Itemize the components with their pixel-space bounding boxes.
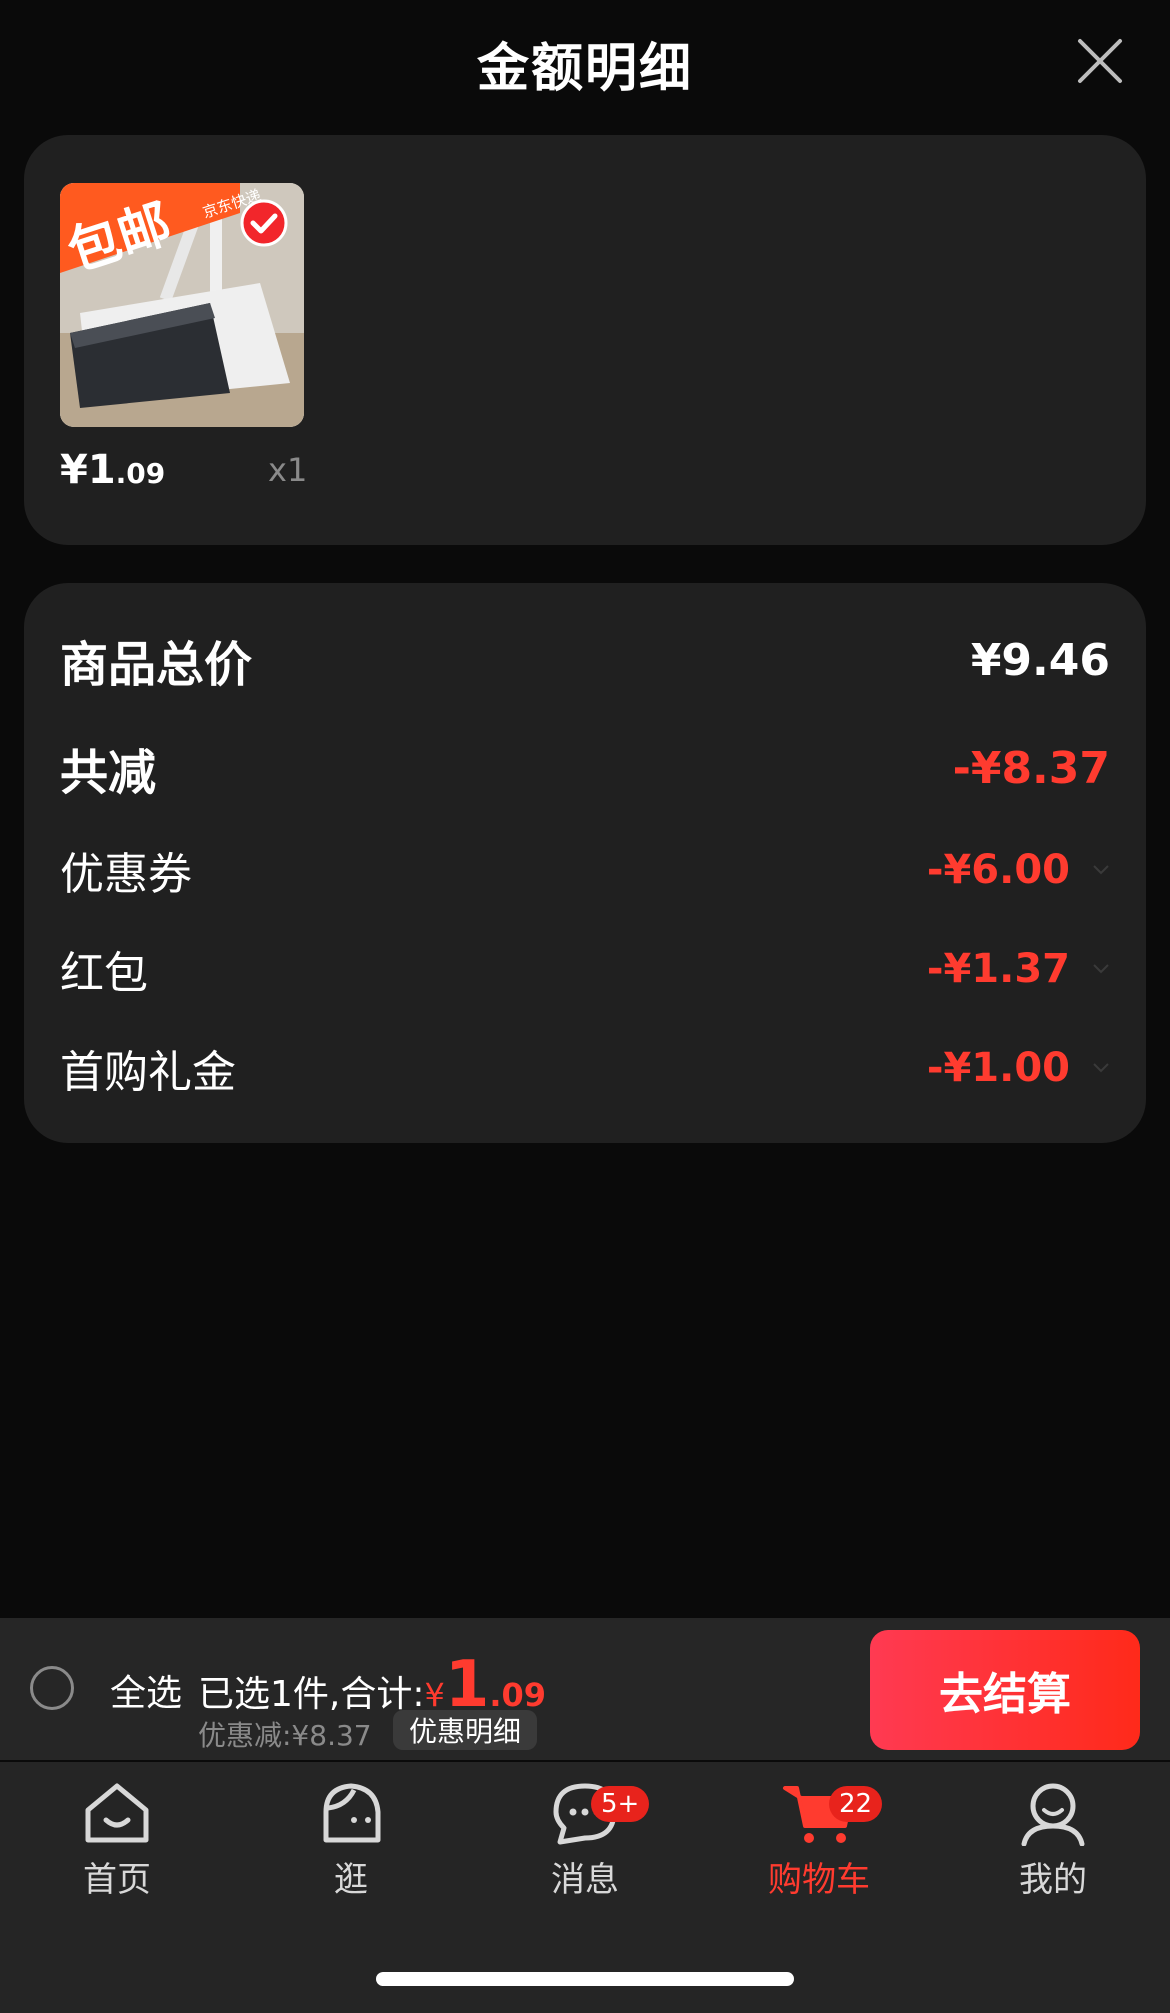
product-image[interactable]: 包邮 京东快递 (60, 183, 304, 427)
tab-home[interactable]: 首页 (17, 1780, 217, 1901)
broom-dustpan-image: 包邮 京东快递 (60, 183, 304, 427)
tab-label: 我的 (1019, 1860, 1087, 1900)
chevron-down-icon (1093, 865, 1109, 875)
selected-check-icon (240, 199, 288, 247)
coupon-label: 优惠券 (60, 849, 192, 900)
first-purchase-gift-row[interactable]: 首购礼金 -¥1.00 (60, 1033, 1110, 1103)
home-icon (85, 1783, 149, 1843)
selected-text: 已选1件,合计: (198, 1674, 425, 1715)
total-reduction-row: 共减 -¥8.37 (60, 733, 1110, 803)
total-dec: .09 (489, 1676, 547, 1714)
tab-messages[interactable]: 消息 5+ (485, 1780, 685, 1901)
product-card: 包邮 京东快递 ¥1.09 x1 (24, 135, 1146, 545)
product-price: ¥1.09 (60, 447, 165, 493)
message-badge: 5+ (591, 1786, 650, 1822)
discount-detail-button[interactable]: 优惠明细 (393, 1710, 538, 1750)
total-reduction-value: -¥8.37 (952, 742, 1110, 794)
tab-label: 消息 (551, 1860, 619, 1900)
close-icon[interactable] (1075, 36, 1125, 86)
first-purchase-gift-value: -¥1.00 (926, 1045, 1070, 1091)
total-currency: ¥ (424, 1676, 445, 1714)
price-decimal: .09 (115, 457, 166, 490)
chevron-down-icon (1093, 964, 1109, 974)
select-all-radio[interactable] (30, 1666, 74, 1710)
tab-cart[interactable]: 购物车 22 (719, 1780, 919, 1901)
coupon-value: -¥6.00 (926, 847, 1070, 893)
profile-icon (1021, 1783, 1085, 1846)
product-quantity: x1 (268, 451, 308, 489)
tab-profile[interactable]: 我的 (953, 1780, 1153, 1901)
checkout-button[interactable]: 去结算 (870, 1630, 1140, 1750)
tab-browse[interactable]: 逛 (251, 1780, 451, 1901)
coupon-row[interactable]: 优惠券 -¥6.00 (60, 835, 1110, 905)
header: 金额明细 (0, 0, 1170, 120)
goods-total-value: ¥9.46 (970, 634, 1110, 686)
first-purchase-gift-label: 首购礼金 (60, 1047, 236, 1098)
chevron-down-icon (1093, 1063, 1109, 1073)
tab-label: 逛 (334, 1860, 368, 1900)
browse-icon (323, 1783, 381, 1843)
amount-breakdown-card: 商品总价 ¥9.46 共减 -¥8.37 优惠券 -¥6.00 红包 -¥1.3… (24, 583, 1146, 1143)
red-packet-value: -¥1.37 (926, 946, 1070, 992)
tab-bar: 首页 逛 消息 5+ 购物车 22 我的 (0, 1762, 1170, 2013)
goods-total-label: 商品总价 (60, 637, 253, 693)
tab-label: 购物车 (768, 1860, 870, 1900)
select-all-label[interactable]: 全选 (110, 1664, 182, 1716)
page-title: 金额明细 (476, 39, 693, 99)
price-main: ¥1 (60, 447, 116, 493)
settlement-bar: 全选 已选1件,合计:¥1.09 优惠减:¥8.37 优惠明细 去结算 (0, 1618, 1170, 1760)
red-packet-label: 红包 (60, 948, 148, 999)
home-indicator[interactable] (376, 1972, 794, 1986)
total-reduction-label: 共减 (60, 745, 157, 801)
discount-summary: 优惠减:¥8.37 (198, 1719, 372, 1752)
goods-total-row: 商品总价 ¥9.46 (60, 625, 1110, 695)
tab-label: 首页 (83, 1860, 151, 1900)
red-packet-row[interactable]: 红包 -¥1.37 (60, 934, 1110, 1004)
cart-badge: 22 (829, 1786, 883, 1822)
